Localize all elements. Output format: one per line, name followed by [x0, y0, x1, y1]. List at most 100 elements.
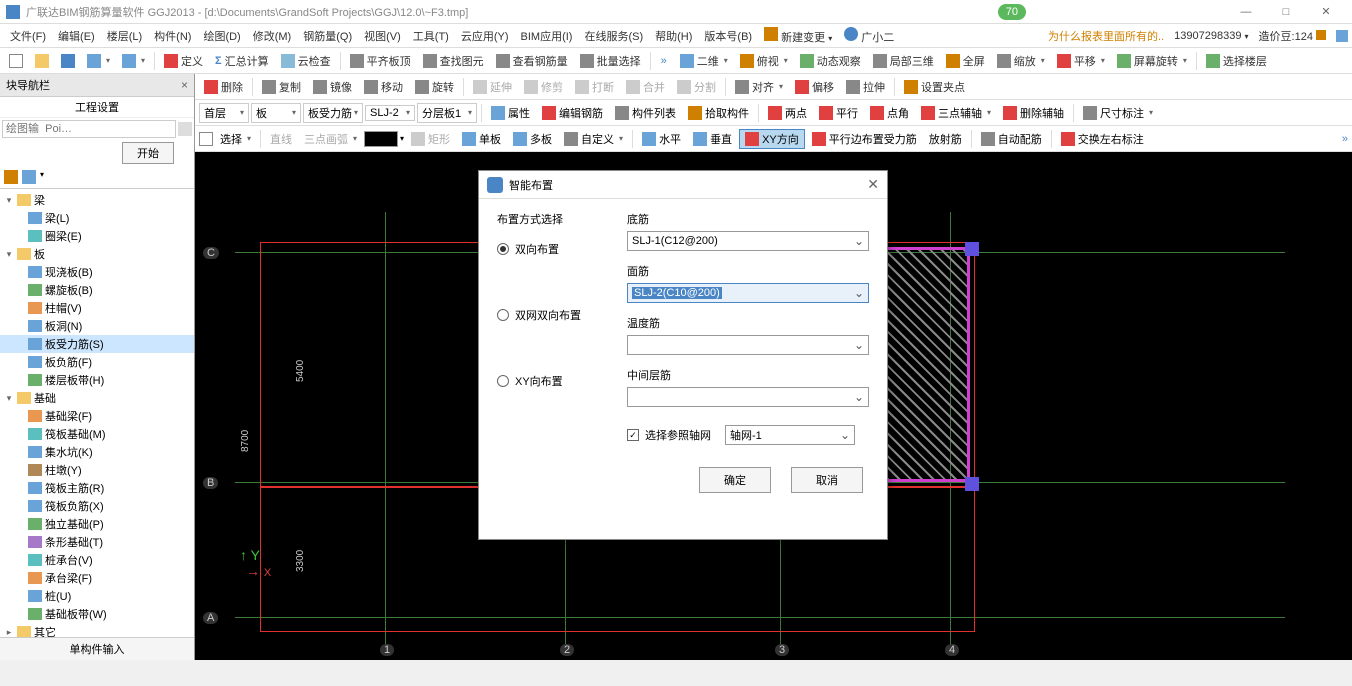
- screen-rot-btn[interactable]: 屏幕旋转: [1112, 52, 1192, 70]
- subcategory-select[interactable]: 板受力筋: [303, 103, 363, 123]
- mirror-btn[interactable]: 镜像: [308, 78, 357, 96]
- user-icon[interactable]: [1336, 30, 1348, 42]
- menu-rebar[interactable]: 钢筋量(Q): [297, 26, 358, 46]
- tree-item[interactable]: 条形基础(T): [0, 533, 194, 551]
- tree-item[interactable]: 集水坑(K): [0, 443, 194, 461]
- del-axis-btn[interactable]: 删除辅轴: [998, 104, 1069, 122]
- xy-btn[interactable]: XY方向: [739, 129, 805, 149]
- tree-group[interactable]: ▸其它: [0, 623, 194, 637]
- menu-component[interactable]: 构件(N): [148, 26, 197, 46]
- menu-bim[interactable]: BIM应用(I): [515, 26, 579, 46]
- tree-item[interactable]: 板洞(N): [0, 317, 194, 335]
- redo-icon[interactable]: [117, 53, 150, 69]
- offset-btn[interactable]: 偏移: [790, 78, 839, 96]
- menu-view[interactable]: 视图(V): [358, 26, 407, 46]
- component-select[interactable]: SLJ-2: [365, 105, 415, 121]
- tree-item[interactable]: 桩(U): [0, 587, 194, 605]
- zoom-btn[interactable]: 缩放: [992, 52, 1050, 70]
- copy-btn[interactable]: 复制: [257, 78, 306, 96]
- line-btn[interactable]: 直线: [265, 130, 297, 148]
- layer-select[interactable]: 分层板1: [417, 103, 477, 123]
- single-btn[interactable]: 单板: [457, 130, 506, 148]
- dyn-btn[interactable]: 动态观察: [795, 52, 866, 70]
- edit-rebar-btn[interactable]: 编辑钢筋: [537, 104, 608, 122]
- menu-tool[interactable]: 工具(T): [407, 26, 455, 46]
- tree-group[interactable]: ▾基础: [0, 389, 194, 407]
- cloud-check-btn[interactable]: 云检查: [276, 52, 336, 70]
- minimize-button[interactable]: —: [1226, 0, 1266, 24]
- ref-grid-checkbox[interactable]: ✓: [627, 429, 639, 441]
- grip-btn[interactable]: 设置夹点: [899, 78, 970, 96]
- radio-bidir[interactable]: 双向布置: [497, 241, 607, 257]
- menu-file[interactable]: 文件(F): [4, 26, 52, 46]
- rotate-btn[interactable]: 旋转: [410, 78, 459, 96]
- tree-item[interactable]: 螺旋板(B): [0, 281, 194, 299]
- 2d-btn[interactable]: 二维: [675, 52, 733, 70]
- local3d-btn[interactable]: 局部三维: [868, 52, 939, 70]
- category-select[interactable]: 板: [251, 103, 301, 123]
- menu-version[interactable]: 版本号(B): [698, 26, 758, 46]
- auto-rebar-btn[interactable]: 自动配筋: [976, 130, 1047, 148]
- project-settings-tab[interactable]: 工程设置: [0, 97, 194, 118]
- pt-angle-btn[interactable]: 点角: [865, 104, 914, 122]
- tree-item[interactable]: 柱帽(V): [0, 299, 194, 317]
- color-box[interactable]: [364, 131, 398, 147]
- full-btn[interactable]: 全屏: [941, 52, 990, 70]
- tree-item[interactable]: 楼层板带(H): [0, 371, 194, 389]
- dialog-close-icon[interactable]: ✕: [867, 176, 879, 193]
- sb-tool-icon-1[interactable]: [4, 170, 18, 184]
- parallel-btn[interactable]: 平行: [814, 104, 863, 122]
- menu-floor[interactable]: 楼层(L): [101, 26, 148, 46]
- floor-select[interactable]: 首层: [199, 103, 249, 123]
- tree-item[interactable]: 柱墩(Y): [0, 461, 194, 479]
- tree-item[interactable]: 圈梁(E): [0, 227, 194, 245]
- edge-btn[interactable]: 平行边布置受力筋: [807, 130, 922, 148]
- menu-cloud[interactable]: 云应用(Y): [455, 26, 515, 46]
- tree-item[interactable]: 独立基础(P): [0, 515, 194, 533]
- tree-item[interactable]: 基础板带(W): [0, 605, 194, 623]
- undo-icon[interactable]: [82, 53, 115, 69]
- arc3-btn[interactable]: 三点画弧: [299, 130, 362, 148]
- notice-link[interactable]: 为什么报表里面所有的..: [1048, 28, 1164, 44]
- maximize-button[interactable]: □: [1266, 0, 1306, 24]
- temp-rebar-select[interactable]: [627, 335, 869, 355]
- toolbar-more[interactable]: »: [661, 55, 667, 67]
- tree-item[interactable]: 现浇板(B): [0, 263, 194, 281]
- menu-modify[interactable]: 修改(M): [247, 26, 298, 46]
- new-change-btn[interactable]: 新建变更 ▾: [758, 25, 838, 47]
- cancel-button[interactable]: 取消: [791, 467, 863, 493]
- swap-btn[interactable]: 交换左右标注: [1056, 130, 1149, 148]
- pan-btn[interactable]: 平移: [1052, 52, 1110, 70]
- mid-rebar-select[interactable]: [627, 387, 869, 407]
- tree-group[interactable]: ▾梁: [0, 191, 194, 209]
- multi-btn[interactable]: 多板: [508, 130, 557, 148]
- tree-item[interactable]: 筏板负筋(X): [0, 497, 194, 515]
- break-btn[interactable]: 打断: [570, 78, 619, 96]
- tree-item[interactable]: 筏板主筋(R): [0, 479, 194, 497]
- menu-online[interactable]: 在线服务(S): [578, 26, 649, 46]
- persp-btn[interactable]: 俯视: [735, 52, 793, 70]
- tree-item[interactable]: 板负筋(F): [0, 353, 194, 371]
- batch-btn[interactable]: 批量选择: [575, 52, 646, 70]
- ref-grid-select[interactable]: 轴网-1: [725, 425, 855, 445]
- dim-btn[interactable]: 尺寸标注: [1078, 104, 1158, 122]
- merge-btn[interactable]: 合并: [621, 78, 670, 96]
- radio-doublenet[interactable]: 双网双向布置: [497, 307, 607, 323]
- menu-help[interactable]: 帮助(H): [649, 26, 698, 46]
- custom-btn[interactable]: 自定义: [559, 130, 628, 148]
- sum-btn[interactable]: Σ汇总计算: [210, 52, 274, 70]
- rect-btn[interactable]: 矩形: [406, 130, 455, 148]
- two-pt-btn[interactable]: 两点: [763, 104, 812, 122]
- sel-floor-btn[interactable]: 选择楼层: [1201, 52, 1272, 70]
- sb-tool-icon-2[interactable]: [22, 170, 36, 184]
- sidebar-close-icon[interactable]: ×: [181, 78, 188, 92]
- horiz-btn[interactable]: 水平: [637, 130, 686, 148]
- save-icon[interactable]: [56, 53, 80, 69]
- view-rebar-btn[interactable]: 查看钢筋量: [491, 52, 573, 70]
- pointer-icon[interactable]: [199, 132, 213, 146]
- align-btn[interactable]: 对齐: [730, 78, 788, 96]
- move-btn[interactable]: 移动: [359, 78, 408, 96]
- attr-btn[interactable]: 属性: [486, 104, 535, 122]
- single-comp-tab[interactable]: 单构件输入: [0, 637, 194, 660]
- tree-item[interactable]: 板受力筋(S): [0, 335, 194, 353]
